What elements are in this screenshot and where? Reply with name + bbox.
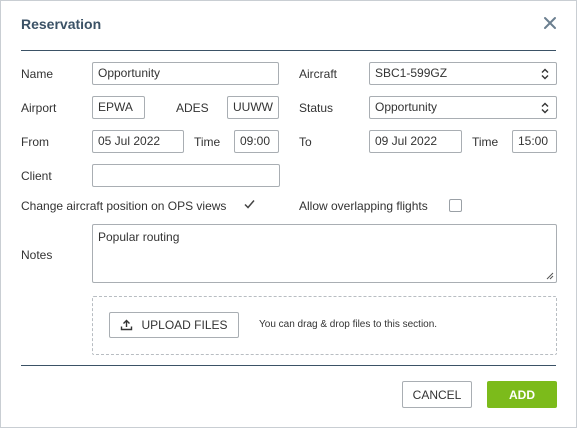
from-date-field[interactable]: 05 Jul 2022 bbox=[92, 130, 184, 153]
aircraft-select[interactable]: SBC1-599GZ bbox=[369, 62, 557, 85]
status-label: Status bbox=[299, 101, 334, 115]
upload-files-label: UPLOAD FILES bbox=[141, 318, 228, 332]
to-label: To bbox=[299, 135, 312, 149]
chevron-updown-icon bbox=[541, 102, 549, 114]
from-time-label: Time bbox=[194, 135, 221, 149]
reservation-dialog: Reservation Name Opportunity Aircraft SB… bbox=[0, 0, 577, 428]
upload-icon bbox=[121, 319, 133, 331]
file-dropzone[interactable]: UPLOAD FILES You can drag & drop files t… bbox=[92, 296, 557, 355]
to-time-label: Time bbox=[472, 135, 499, 149]
aircraft-select-value: SBC1-599GZ bbox=[375, 66, 448, 80]
from-label: From bbox=[21, 135, 49, 149]
ades-label: ADES bbox=[176, 101, 209, 115]
status-select[interactable]: Opportunity bbox=[369, 96, 557, 119]
allow-overlapping-checkbox[interactable] bbox=[449, 199, 462, 212]
add-button[interactable]: ADD bbox=[487, 381, 557, 408]
notes-label: Notes bbox=[21, 248, 53, 262]
close-icon[interactable] bbox=[541, 14, 559, 32]
to-date-field[interactable]: 09 Jul 2022 bbox=[369, 130, 462, 153]
airport-label: Airport bbox=[21, 101, 57, 115]
client-label: Client bbox=[21, 169, 52, 183]
name-field[interactable]: Opportunity bbox=[92, 62, 279, 85]
ades-field[interactable]: UUWW bbox=[227, 96, 279, 119]
from-time-field[interactable]: 09:00 bbox=[234, 130, 279, 153]
change-position-checkbox[interactable] bbox=[243, 198, 256, 211]
change-position-label: Change aircraft position on OPS views bbox=[21, 199, 227, 213]
notes-textarea[interactable]: Popular routing bbox=[92, 224, 557, 283]
notes-text: Popular routing bbox=[98, 230, 180, 244]
name-label: Name bbox=[21, 67, 54, 81]
client-field[interactable] bbox=[92, 164, 280, 187]
to-time-field[interactable]: 15:00 bbox=[512, 130, 557, 153]
upload-files-button[interactable]: UPLOAD FILES bbox=[109, 312, 239, 338]
cancel-button[interactable]: CANCEL bbox=[402, 381, 472, 408]
footer-divider bbox=[21, 365, 556, 366]
airport-field[interactable]: EPWA bbox=[92, 96, 145, 119]
chevron-updown-icon bbox=[541, 68, 549, 80]
dropzone-hint: You can drag & drop files to this sectio… bbox=[259, 319, 438, 330]
header-divider bbox=[21, 50, 556, 51]
allow-overlapping-label: Allow overlapping flights bbox=[299, 199, 428, 213]
resize-grip-icon[interactable] bbox=[546, 272, 554, 280]
status-select-value: Opportunity bbox=[375, 100, 438, 114]
aircraft-label: Aircraft bbox=[299, 67, 338, 81]
dialog-title: Reservation bbox=[21, 16, 102, 32]
